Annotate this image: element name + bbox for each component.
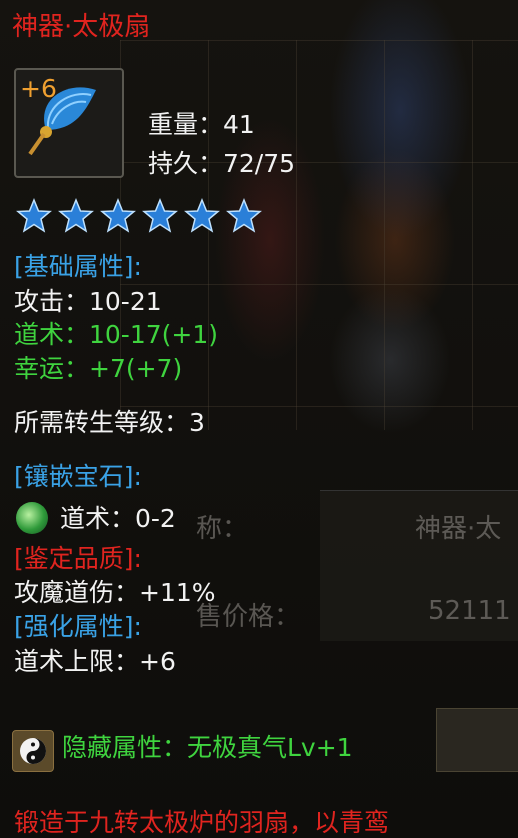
taoism-text: 道术：10-17(+1) (14, 320, 219, 349)
star-icon (184, 198, 220, 233)
durability-text: 持久：72/75 (148, 149, 296, 178)
hidden-attr-text: 隐藏属性：无极真气Lv+1 (62, 733, 353, 762)
gem-icon (16, 502, 48, 534)
enhance-level-badge: +6 (20, 74, 57, 103)
weight-text: 重量：41 (148, 110, 255, 139)
identify-text: 攻魔道伤：+11% (14, 578, 216, 607)
inlay-header: [镶嵌宝石]: (14, 462, 142, 491)
item-title: 神器·太极扇 (12, 12, 151, 42)
star-icon (58, 198, 94, 233)
requirement-text: 所需转生等级：3 (14, 408, 205, 437)
star-icon (142, 198, 178, 233)
enhance-text: 道术上限：+6 (14, 647, 176, 676)
item-description: 锻造于九转太极炉的羽扇，以青鸾 (14, 808, 390, 837)
star-rating (16, 198, 262, 234)
identify-header: [鉴定品质]: (14, 544, 142, 573)
luck-text: 幸运：+7(+7) (14, 354, 183, 383)
attack-text: 攻击：10-21 (14, 287, 162, 316)
base-attr-header: [基础属性]: (14, 252, 142, 281)
gem-attr-text: 道术：0-2 (60, 504, 176, 533)
star-icon (16, 198, 52, 233)
star-icon (226, 198, 262, 233)
item-tooltip: 神器·太极扇 +6 重量：41 持久：72/75 [基础属性]: 攻击：10-2… (0, 0, 518, 838)
enhance-header: [强化属性]: (14, 612, 142, 641)
taiji-icon (12, 730, 54, 772)
star-icon (100, 198, 136, 233)
